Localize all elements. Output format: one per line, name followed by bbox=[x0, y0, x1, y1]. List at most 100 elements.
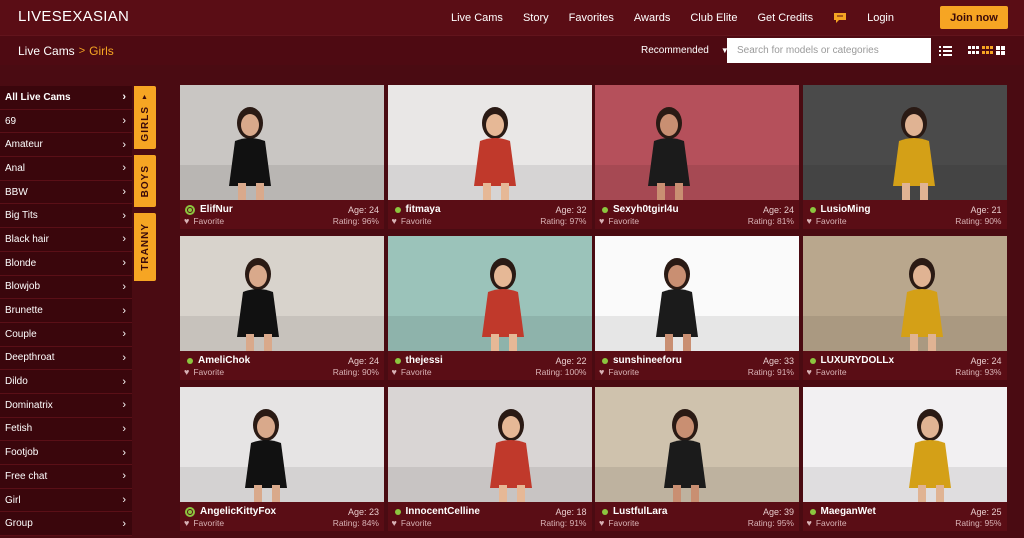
model-name[interactable]: AmeliChok bbox=[198, 355, 250, 366]
sort-dropdown[interactable]: Recommended ▼ bbox=[641, 45, 729, 56]
model-age: Age: 23 bbox=[347, 506, 379, 517]
model-age: Age: 32 bbox=[555, 204, 587, 215]
model-name[interactable]: LustfulLara bbox=[613, 506, 667, 517]
search-input[interactable] bbox=[727, 38, 931, 63]
model-card[interactable]: sunshineeforu Age: 33 ♥ Favorite Rating:… bbox=[595, 236, 799, 380]
category-free-chat[interactable]: Free chat › bbox=[0, 465, 132, 489]
chat-icon[interactable] bbox=[833, 12, 847, 24]
favorite-toggle[interactable]: ♥ Favorite bbox=[599, 367, 639, 377]
model-name[interactable]: LusioMing bbox=[821, 204, 871, 215]
tab-tranny[interactable]: TRANNY bbox=[134, 213, 156, 281]
breadcrumb-girls: Girls bbox=[89, 44, 114, 58]
chevron-right-icon: › bbox=[122, 162, 126, 175]
category-blonde[interactable]: Blonde › bbox=[0, 252, 132, 276]
nav-live-cams[interactable]: Live Cams bbox=[451, 12, 503, 24]
nav-club-elite[interactable]: Club Elite bbox=[690, 12, 737, 24]
category-dominatrix[interactable]: Dominatrix › bbox=[0, 394, 132, 418]
model-name[interactable]: thejessi bbox=[406, 355, 443, 366]
category-footjob[interactable]: Footjob › bbox=[0, 441, 132, 465]
favorite-toggle[interactable]: ♥ Favorite bbox=[392, 216, 432, 226]
model-name[interactable]: Sexyh0tgirl4u bbox=[613, 204, 679, 215]
favorite-toggle[interactable]: ♥ Favorite bbox=[184, 216, 224, 226]
favorite-toggle[interactable]: ♥ Favorite bbox=[599, 216, 639, 226]
tab-girls[interactable]: ▲ GIRLS bbox=[134, 86, 156, 149]
online-status-icon bbox=[185, 506, 195, 517]
model-card[interactable]: LusioMing Age: 21 ♥ Favorite Rating: 90% bbox=[802, 85, 1007, 229]
grid-medium-icon[interactable] bbox=[982, 46, 993, 55]
category-brunette[interactable]: Brunette › bbox=[0, 299, 132, 323]
model-thumbnail[interactable] bbox=[387, 387, 592, 502]
list-view-icon[interactable] bbox=[939, 44, 952, 56]
model-card[interactable]: ElifNur Age: 24 ♥ Favorite Rating: 96% bbox=[180, 85, 384, 229]
model-card[interactable]: Sexyh0tgirl4u Age: 24 ♥ Favorite Rating:… bbox=[595, 85, 799, 229]
model-card[interactable]: AmeliChok Age: 24 ♥ Favorite Rating: 90% bbox=[180, 236, 384, 380]
favorite-label: Favorite bbox=[608, 216, 640, 226]
category-69[interactable]: 69 › bbox=[0, 110, 132, 134]
model-name[interactable]: MaeganWet bbox=[821, 506, 876, 517]
model-thumbnail[interactable] bbox=[802, 236, 1007, 351]
heart-icon: ♥ bbox=[599, 216, 605, 226]
category-couple[interactable]: Couple › bbox=[0, 323, 132, 347]
model-card[interactable]: thejessi Age: 22 ♥ Favorite Rating: 100% bbox=[387, 236, 592, 380]
model-thumbnail[interactable] bbox=[180, 85, 384, 200]
model-name[interactable]: AngelicKittyFox bbox=[200, 506, 276, 517]
model-info: fitmaya Age: 32 ♥ Favorite Rating: 97% bbox=[387, 200, 592, 229]
nav-story[interactable]: Story bbox=[523, 12, 549, 24]
chevron-right-icon: › bbox=[122, 399, 126, 412]
nav-awards[interactable]: Awards bbox=[634, 12, 670, 24]
model-thumbnail[interactable] bbox=[802, 85, 1007, 200]
model-thumbnail[interactable] bbox=[595, 387, 799, 502]
model-name[interactable]: InnocentCelline bbox=[406, 506, 480, 517]
favorite-toggle[interactable]: ♥ Favorite bbox=[807, 518, 847, 528]
category-big-tits[interactable]: Big Tits › bbox=[0, 204, 132, 229]
favorite-toggle[interactable]: ♥ Favorite bbox=[392, 518, 432, 528]
category-girl[interactable]: Girl › bbox=[0, 489, 132, 513]
model-card[interactable]: LustfulLara Age: 39 ♥ Favorite Rating: 9… bbox=[595, 387, 799, 531]
tab-boys[interactable]: BOYS bbox=[134, 155, 156, 207]
model-card[interactable]: InnocentCelline Age: 18 ♥ Favorite Ratin… bbox=[387, 387, 592, 531]
category-black-hair[interactable]: Black hair › bbox=[0, 228, 132, 252]
model-thumbnail[interactable] bbox=[387, 236, 592, 351]
nav-favorites[interactable]: Favorites bbox=[569, 12, 614, 24]
favorite-toggle[interactable]: ♥ Favorite bbox=[807, 216, 847, 226]
model-thumbnail[interactable] bbox=[387, 85, 592, 200]
model-thumbnail[interactable] bbox=[595, 236, 799, 351]
category-sidebar: All Live Cams › 69 › Amateur › Anal › BBW › B… bbox=[0, 86, 132, 537]
model-card[interactable]: MaeganWet Age: 25 ♥ Favorite Rating: 95% bbox=[802, 387, 1007, 531]
model-thumbnail[interactable] bbox=[802, 387, 1007, 502]
favorite-toggle[interactable]: ♥ Favorite bbox=[807, 367, 847, 377]
category-blowjob[interactable]: Blowjob › bbox=[0, 276, 132, 300]
model-card[interactable]: AngelicKittyFox Age: 23 ♥ Favorite Ratin… bbox=[180, 387, 384, 531]
join-now-button[interactable]: Join now bbox=[940, 6, 1008, 29]
favorite-toggle[interactable]: ♥ Favorite bbox=[392, 367, 432, 377]
grid-small-icon[interactable] bbox=[968, 46, 979, 55]
favorite-toggle[interactable]: ♥ Favorite bbox=[184, 518, 224, 528]
model-name[interactable]: sunshineeforu bbox=[613, 355, 682, 366]
model-card[interactable]: fitmaya Age: 32 ♥ Favorite Rating: 97% bbox=[387, 85, 592, 229]
model-rating: Rating: 81% bbox=[747, 216, 794, 226]
model-thumbnail[interactable] bbox=[595, 85, 799, 200]
model-name[interactable]: ElifNur bbox=[200, 204, 233, 215]
category-amateur[interactable]: Amateur › bbox=[0, 133, 132, 158]
site-logo[interactable]: LIVESEXASIAN bbox=[18, 8, 129, 25]
favorite-toggle[interactable]: ♥ Favorite bbox=[599, 518, 639, 528]
category-all-live-cams[interactable]: All Live Cams › bbox=[0, 86, 132, 110]
model-card[interactable]: LUXURYDOLLx Age: 24 ♥ Favorite Rating: 9… bbox=[802, 236, 1007, 380]
model-name[interactable]: fitmaya bbox=[406, 204, 441, 215]
category-anal[interactable]: Anal › bbox=[0, 157, 132, 181]
breadcrumb-live-cams[interactable]: Live Cams bbox=[18, 44, 75, 58]
category-group[interactable]: Group › bbox=[0, 512, 132, 537]
model-thumbnail[interactable] bbox=[180, 387, 384, 502]
category-dildo[interactable]: Dildo › bbox=[0, 370, 132, 394]
nav-get-credits[interactable]: Get Credits bbox=[757, 12, 813, 24]
heart-icon: ♥ bbox=[599, 518, 605, 528]
grid-large-icon[interactable] bbox=[996, 46, 1005, 55]
login-link[interactable]: Login bbox=[867, 12, 894, 24]
category-bbw[interactable]: BBW › bbox=[0, 181, 132, 205]
model-thumbnail[interactable] bbox=[180, 236, 384, 351]
favorite-toggle[interactable]: ♥ Favorite bbox=[184, 367, 224, 377]
category-fetish[interactable]: Fetish › bbox=[0, 418, 132, 442]
online-status-icon bbox=[602, 508, 608, 515]
model-name[interactable]: LUXURYDOLLx bbox=[821, 355, 895, 366]
category-deepthroat[interactable]: Deepthroat › bbox=[0, 347, 132, 371]
